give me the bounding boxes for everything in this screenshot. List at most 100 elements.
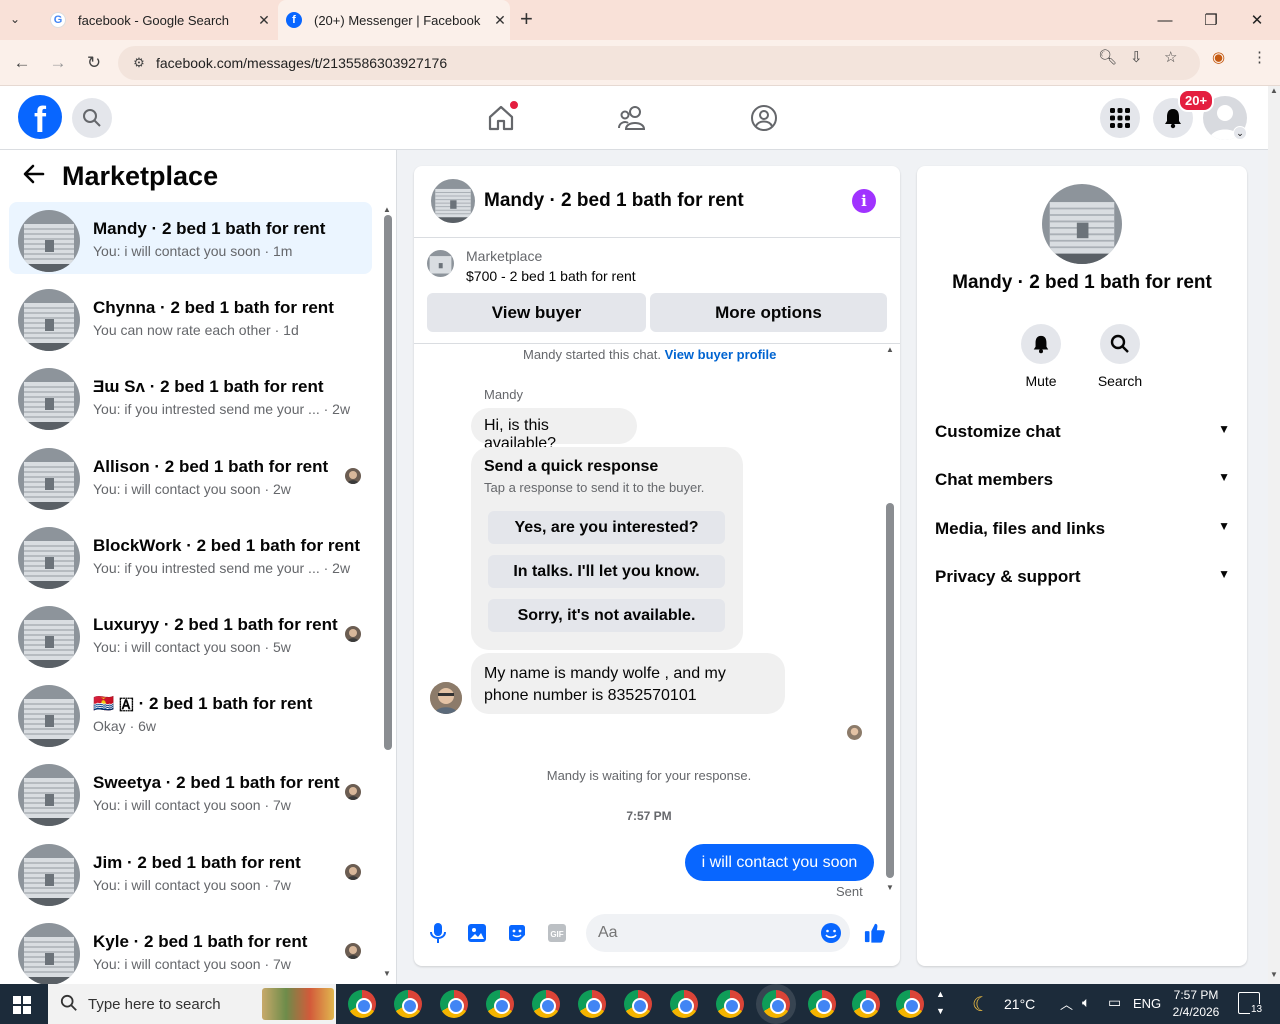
weather-moon-icon[interactable]: ☾ — [972, 992, 990, 1017]
conversation-item[interactable]: Sweetya · 2 bed 1 bath for rent You: i wi… — [9, 756, 372, 828]
temperature[interactable]: 21°C — [1004, 996, 1035, 1012]
conversation-item[interactable]: Ǝɯ Sʌ · 2 bed 1 bath for rent You: if you… — [9, 360, 372, 432]
thumbs-up-icon[interactable] — [864, 922, 886, 944]
conversation-name: Chynna · 2 bed 1 bath for rent — [93, 298, 334, 317]
conversation-item[interactable]: BlockWork · 2 bed 1 bath for rent You: if… — [9, 519, 372, 591]
photo-icon[interactable] — [466, 922, 488, 944]
message-input[interactable] — [598, 924, 798, 942]
details-thumbnail[interactable] — [1042, 184, 1122, 264]
back-arrow-icon[interactable] — [22, 162, 46, 193]
conversation-preview: You: i will contact you soon · 7w — [93, 956, 291, 972]
new-tab-button[interactable]: + — [520, 6, 533, 32]
chrome-taskbar-icon[interactable] — [394, 990, 422, 1018]
chrome-taskbar-icon[interactable] — [762, 990, 790, 1018]
nav-friends[interactable] — [612, 100, 652, 136]
chrome-taskbar-icon[interactable] — [348, 990, 376, 1018]
forward-icon[interactable]: → — [46, 51, 70, 75]
read-receipt-avatar — [345, 468, 361, 484]
chat-scrollbar[interactable]: ▲ ▼ — [884, 345, 896, 893]
message-composer[interactable] — [586, 914, 850, 952]
media-files-row[interactable]: Media, files and links ▼ — [935, 519, 1230, 539]
view-buyer-button[interactable]: View buyer — [427, 293, 646, 332]
privacy-support-row[interactable]: Privacy & support ▼ — [935, 567, 1230, 587]
customize-chat-row[interactable]: Customize chat ▼ — [935, 422, 1230, 442]
taskbar-clock[interactable]: 7:57 PM 2/4/2026 — [1160, 987, 1232, 1021]
bookmark-star-icon[interactable]: ☆ — [1164, 48, 1177, 66]
close-tab-icon[interactable]: ✕ — [254, 12, 274, 29]
volume-icon[interactable]: 🔈︎ — [1082, 994, 1090, 1011]
search-button[interactable] — [72, 98, 112, 138]
chrome-taskbar-icon[interactable] — [896, 990, 924, 1018]
chrome-taskbar-icon[interactable] — [578, 990, 606, 1018]
view-buyer-profile-link[interactable]: View buyer profile — [665, 347, 777, 362]
microphone-icon[interactable] — [427, 922, 449, 944]
back-icon[interactable]: ← — [10, 51, 34, 75]
read-receipt-avatar — [345, 626, 361, 642]
account-chevron-icon[interactable]: ⌄ — [1233, 126, 1247, 140]
browser-tab-messenger[interactable]: f (20+) Messenger | Facebook ✕ — [278, 0, 510, 40]
sticker-icon[interactable] — [506, 922, 528, 944]
browser-tab-google[interactable]: G facebook - Google Search ✕ — [34, 0, 274, 40]
site-info-icon[interactable]: ⚙ — [124, 55, 154, 71]
menu-button[interactable] — [1100, 98, 1140, 138]
scrollbar-thumb[interactable] — [886, 503, 894, 878]
chrome-taskbar-icon[interactable] — [670, 990, 698, 1018]
more-options-button[interactable]: More options — [650, 293, 887, 332]
quick-response-not-available[interactable]: Sorry, it's not available. — [488, 599, 725, 632]
quick-response-in-talks[interactable]: In talks. I'll let you know. — [488, 555, 725, 588]
close-tab-icon[interactable]: ✕ — [490, 12, 510, 29]
chat-members-row[interactable]: Chat members ▼ — [935, 470, 1230, 490]
reload-icon[interactable]: ↻ — [82, 51, 106, 75]
install-app-icon[interactable]: ⇩ — [1130, 48, 1143, 66]
nav-groups[interactable] — [744, 100, 784, 136]
chrome-taskbar-icon[interactable] — [624, 990, 652, 1018]
conversation-name: BlockWork · 2 bed 1 bath for rent — [93, 536, 361, 555]
page-scrollbar[interactable]: ▲ ▼ — [1268, 86, 1280, 984]
language-indicator[interactable]: ENG — [1133, 996, 1161, 1011]
chrome-taskbar-icon[interactable] — [808, 990, 836, 1018]
profile-icon[interactable]: ◉ — [1212, 48, 1225, 66]
sidebar-scrollbar[interactable]: ▲ ▼ — [383, 205, 393, 980]
menu-dots-icon[interactable]: ⋮ — [1252, 48, 1267, 66]
sender-avatar[interactable] — [430, 682, 462, 714]
info-icon[interactable]: i — [852, 189, 876, 213]
chrome-taskbar-icon[interactable] — [852, 990, 880, 1018]
taskbar-scroll-arrows[interactable]: ▲ ▼ — [936, 986, 945, 1020]
emoji-icon[interactable] — [820, 922, 842, 944]
windows-start-icon[interactable] — [13, 996, 31, 1019]
chrome-taskbar-icon[interactable] — [440, 990, 468, 1018]
chrome-taskbar-icon[interactable] — [486, 990, 514, 1018]
close-window-icon[interactable]: ✕ — [1234, 0, 1280, 40]
message-timestamp: 7:57 PM — [626, 809, 672, 823]
conversation-item[interactable]: Kyle · 2 bed 1 bath for rent You: i will … — [9, 915, 372, 987]
conversation-item[interactable]: Chynna · 2 bed 1 bath for rent You can no… — [9, 281, 372, 353]
app-grid-icon — [1110, 108, 1130, 128]
home-notification-dot — [509, 100, 519, 110]
chrome-taskbar-icon[interactable] — [716, 990, 744, 1018]
chrome-taskbar-icon[interactable] — [532, 990, 560, 1018]
bell-icon — [1033, 335, 1049, 354]
network-icon[interactable]: ▭ — [1108, 994, 1121, 1011]
conversation-preview: You can now rate each other · 1d — [93, 322, 299, 338]
quick-response-yes[interactable]: Yes, are you interested? — [488, 511, 725, 544]
conversation-item[interactable]: Jim · 2 bed 1 bath for rent You: i will c… — [9, 836, 372, 908]
conversation-item[interactable]: Mandy · 2 bed 1 bath for rent You: i will… — [9, 202, 372, 274]
restore-icon[interactable]: ❐ — [1188, 0, 1234, 40]
gif-icon[interactable]: GIF — [546, 922, 568, 944]
zoom-icon[interactable]: 🔍︎ — [1098, 48, 1117, 66]
scrollbar-thumb[interactable] — [384, 215, 392, 750]
mute-button[interactable]: Mute — [1001, 324, 1081, 389]
message-bubble: Hi, is this available? — [471, 408, 637, 452]
tray-chevron-icon[interactable]: ︿ — [1060, 994, 1073, 1013]
conversation-item[interactable]: Allison · 2 bed 1 bath for rent You: i wi… — [9, 440, 372, 512]
conversation-item[interactable]: Luxuryy · 2 bed 1 bath for rent You: i wi… — [9, 598, 372, 670]
minimize-icon[interactable]: — — [1142, 0, 1188, 40]
tab-search-dropdown[interactable]: ⌄ — [10, 12, 20, 26]
chat-title[interactable]: Mandy · 2 bed 1 bath for rent — [484, 190, 744, 212]
search-in-chat-button[interactable]: Search — [1080, 324, 1160, 389]
facebook-logo[interactable]: f — [18, 95, 62, 139]
taskbar-search[interactable]: Type here to search — [48, 984, 336, 1024]
chat-header-thumbnail[interactable] — [431, 179, 475, 223]
conversation-item[interactable]: 🇰🇮 🇦 · 2 bed 1 bath for rent Okay · 6w — [9, 677, 372, 749]
address-bar[interactable]: ⚙ facebook.com/messages/t/21355863039271… — [118, 46, 1200, 80]
